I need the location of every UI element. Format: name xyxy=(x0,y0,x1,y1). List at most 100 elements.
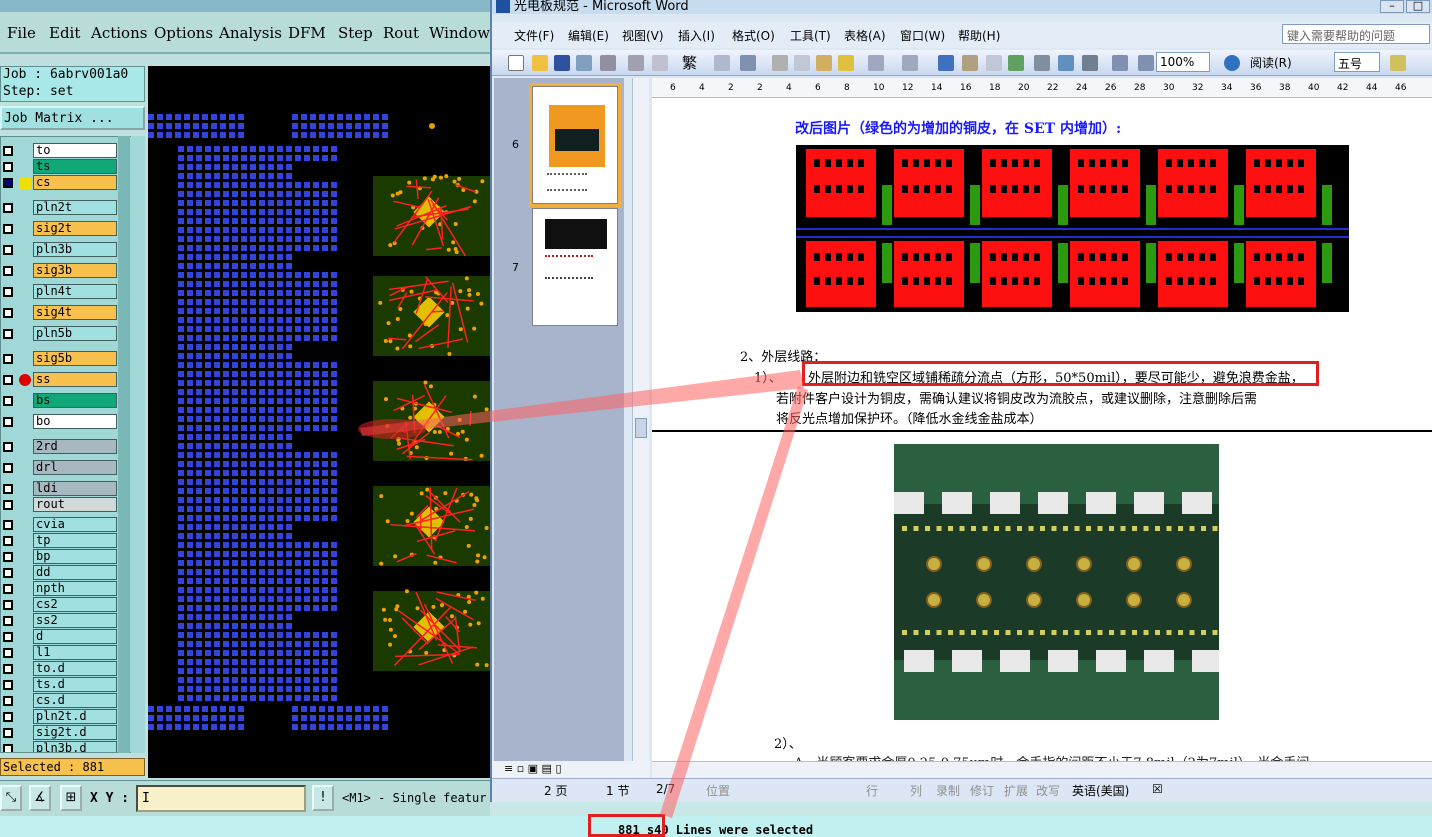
layer-checkbox[interactable] xyxy=(3,442,13,452)
alert-button[interactable]: ! xyxy=(312,785,334,811)
menu-edit[interactable]: Edit xyxy=(49,24,80,42)
layer-row[interactable]: ss xyxy=(1,372,119,388)
layer-row[interactable]: l1 xyxy=(1,645,119,661)
menu-windows[interactable]: Windows xyxy=(429,24,498,42)
show-hide-icon[interactable] xyxy=(1112,55,1128,71)
layer-row[interactable]: drl xyxy=(1,460,119,476)
columns-icon[interactable] xyxy=(1034,55,1050,71)
layer-list-scrollbar[interactable] xyxy=(118,136,130,753)
menu-view-cn[interactable]: 视图(V) xyxy=(622,27,664,44)
layer-checkbox[interactable] xyxy=(3,245,13,255)
highlight-icon[interactable] xyxy=(1390,55,1406,71)
undo-icon[interactable] xyxy=(868,55,884,71)
hyperlink-icon[interactable] xyxy=(938,55,954,71)
layer-checkbox[interactable] xyxy=(3,308,13,318)
spelling-icon[interactable] xyxy=(652,55,668,71)
traditional-chinese-button[interactable]: 繁 xyxy=(682,52,704,68)
job-matrix-button[interactable]: Job Matrix ... xyxy=(0,106,145,130)
menu-table-cn[interactable]: 表格(A) xyxy=(844,27,886,44)
status-trk[interactable]: 修订 xyxy=(970,782,994,799)
layer-checkbox[interactable] xyxy=(3,552,13,562)
layer-row[interactable]: ldi xyxy=(1,481,119,497)
layer-checkbox[interactable] xyxy=(3,536,13,546)
reading-layout-button[interactable]: 阅读(R) xyxy=(1250,54,1292,71)
layer-name[interactable]: bp xyxy=(33,549,117,564)
layer-name[interactable]: ts.d xyxy=(33,677,117,692)
layer-checkbox[interactable] xyxy=(3,728,13,738)
tables-borders-icon[interactable] xyxy=(962,55,978,71)
paste-icon[interactable] xyxy=(816,55,832,71)
layer-name[interactable]: sig5b xyxy=(33,351,117,366)
print-preview-icon[interactable] xyxy=(628,55,644,71)
horizontal-scrollbar[interactable]: ≡ ▫ ▣ ▤ ▯ xyxy=(652,761,1432,778)
layer-checkbox[interactable] xyxy=(3,463,13,473)
menu-analysis[interactable]: Analysis xyxy=(219,24,282,42)
layer-checkbox[interactable] xyxy=(3,266,13,276)
layer-row[interactable]: sig2t xyxy=(1,221,119,237)
print-icon[interactable] xyxy=(600,55,616,71)
layer-name[interactable]: pln5b xyxy=(33,326,117,341)
restore-button[interactable]: □ xyxy=(1406,0,1430,13)
horizontal-ruler[interactable]: 6 4 2 2 4 6 8 10 12 14 16 18 20 22 24 26 28 30 32 34 36 38 40 4… xyxy=(652,78,1432,98)
layer-name[interactable]: d xyxy=(33,629,117,644)
layer-row[interactable]: bo xyxy=(1,414,119,430)
layer-checkbox[interactable] xyxy=(3,664,13,674)
layer-name[interactable]: cs2 xyxy=(33,597,117,612)
layer-checkbox[interactable] xyxy=(3,680,13,690)
layer-name[interactable]: ss xyxy=(33,372,117,387)
layer-row[interactable]: sig3b xyxy=(1,263,119,279)
menu-actions[interactable]: Actions xyxy=(91,24,147,42)
layer-checkbox[interactable] xyxy=(3,287,13,297)
layer-name[interactable]: ldi xyxy=(33,481,117,496)
layer-checkbox[interactable] xyxy=(3,417,13,427)
layer-name[interactable]: bo xyxy=(33,414,117,429)
menu-rout[interactable]: Rout xyxy=(383,24,419,42)
menu-help-cn[interactable]: 帮助(H) xyxy=(958,27,1000,44)
research-icon[interactable] xyxy=(714,55,730,71)
layer-checkbox[interactable] xyxy=(3,396,13,406)
minimize-button[interactable]: – xyxy=(1380,0,1404,13)
layer-name[interactable]: sig4t xyxy=(33,305,117,320)
layer-name[interactable]: cvia xyxy=(33,517,117,532)
layer-checkbox[interactable] xyxy=(3,178,13,188)
layer-name[interactable]: sig2t xyxy=(33,221,117,236)
layer-name[interactable]: cs.d xyxy=(33,693,117,708)
layer-name[interactable]: tp xyxy=(33,533,117,548)
menu-file-cn[interactable]: 文件(F) xyxy=(514,27,554,44)
layer-checkbox[interactable] xyxy=(3,146,13,156)
layer-name[interactable]: to.d xyxy=(33,661,117,676)
menu-insert-cn[interactable]: 插入(I) xyxy=(678,27,715,44)
menu-edit-cn[interactable]: 编辑(E) xyxy=(568,27,609,44)
layer-checkbox[interactable] xyxy=(3,584,13,594)
pcb-modified-image[interactable] xyxy=(796,145,1349,312)
status-language[interactable]: 英语(美国) xyxy=(1072,782,1129,799)
layer-row[interactable]: 2rd xyxy=(1,439,119,455)
layer-row[interactable]: bp xyxy=(1,549,119,565)
view-mode-icons[interactable]: ≡ ▫ ▣ ▤ ▯ xyxy=(504,762,562,775)
layer-checkbox[interactable] xyxy=(3,329,13,339)
layer-name[interactable]: pln3b.d xyxy=(33,741,117,753)
layer-row[interactable]: cs.d xyxy=(1,693,119,709)
drawing-icon[interactable] xyxy=(1058,55,1074,71)
menu-file[interactable]: File xyxy=(7,24,36,42)
layer-name[interactable]: npth xyxy=(33,581,117,596)
layer-checkbox[interactable] xyxy=(3,600,13,610)
layer-name[interactable]: sig2t.d xyxy=(33,725,117,740)
layer-row[interactable]: pln5b xyxy=(1,326,119,342)
layer-name[interactable]: bs xyxy=(33,393,117,408)
insert-table-icon[interactable] xyxy=(986,55,1002,71)
layer-row[interactable]: dd xyxy=(1,565,119,581)
help-icon[interactable] xyxy=(1224,55,1240,71)
pcb-photo[interactable] xyxy=(894,444,1219,720)
layer-name[interactable]: pln2t xyxy=(33,200,117,215)
layer-checkbox[interactable] xyxy=(3,648,13,658)
layer-name[interactable]: to xyxy=(33,143,117,158)
grid-tool-button[interactable]: ⊞ xyxy=(60,785,82,811)
open-folder-icon[interactable] xyxy=(532,55,548,71)
layer-checkbox[interactable] xyxy=(3,520,13,530)
status-ext[interactable]: 扩展 xyxy=(1004,782,1028,799)
layer-checkbox[interactable] xyxy=(3,484,13,494)
layer-row[interactable]: pln3b xyxy=(1,242,119,258)
redo-icon[interactable] xyxy=(902,55,918,71)
spelling-status-icon[interactable]: ☒ xyxy=(1152,782,1163,796)
